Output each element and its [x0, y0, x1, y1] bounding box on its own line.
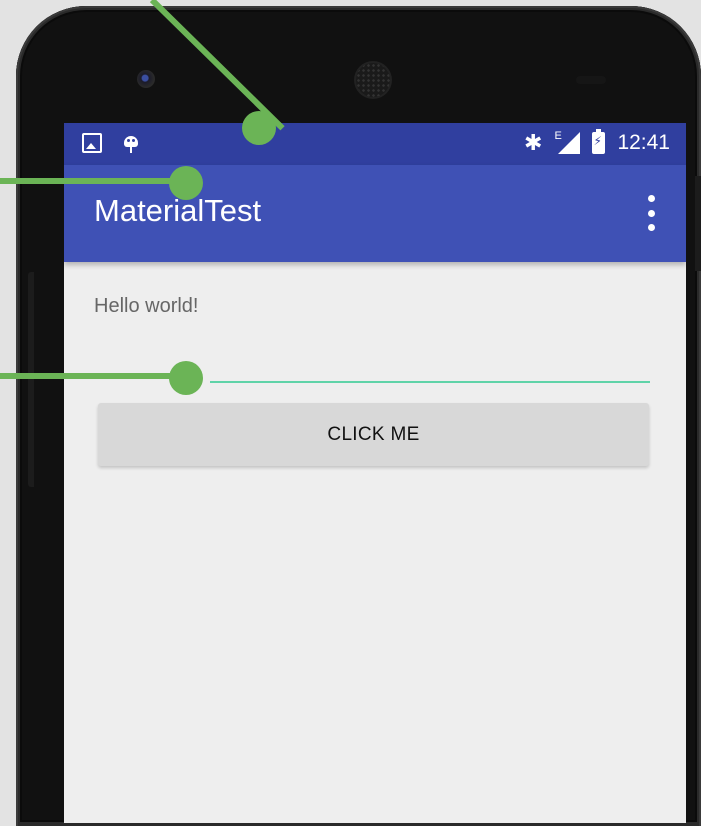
status-bar-notifications [82, 133, 140, 153]
callout-line-toolbar [0, 178, 186, 184]
cell-signal-icon: E [554, 130, 581, 154]
edit-text-field[interactable] [210, 381, 650, 383]
status-bar-system: ✱ E 12:41 [524, 129, 670, 155]
volume-button [28, 272, 34, 487]
battery-charging-icon [592, 129, 606, 154]
power-button [695, 176, 701, 271]
front-camera-icon [137, 70, 155, 88]
bluetooth-icon: ✱ [524, 130, 543, 155]
status-time: 12:41 [617, 131, 670, 154]
image-icon [82, 133, 102, 153]
callout-line-edit-text [0, 373, 186, 379]
callout-dot-toolbar [169, 166, 203, 200]
hello-text: Hello world! [94, 295, 199, 317]
callout-dot-status-bar [242, 111, 276, 145]
toolbar-title: MaterialTest [94, 193, 262, 228]
earpiece-speaker [356, 63, 390, 97]
status-bar: ✱ E 12:41 [64, 123, 686, 165]
callout-dot-edit-text [169, 361, 203, 395]
more-vert-icon[interactable] [644, 195, 658, 231]
phone-frame: ✱ E 12:41 MaterialTest Hello world! CLIC… [16, 6, 701, 826]
android-debug-icon [122, 134, 140, 153]
proximity-sensor [576, 76, 606, 84]
click-me-button[interactable]: CLICK ME [98, 403, 649, 466]
device-screen: ✱ E 12:41 MaterialTest Hello world! CLIC… [64, 123, 686, 823]
